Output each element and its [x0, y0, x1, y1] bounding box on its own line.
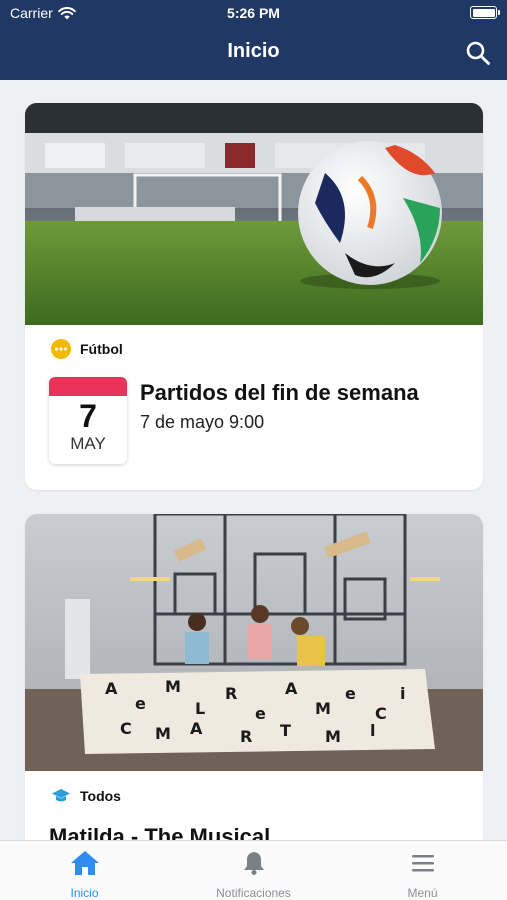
- event-date: 7 de mayo 9:00: [140, 412, 265, 432]
- feed[interactable]: Fútbol 7 MAY Partidos del fin de semana …: [0, 80, 507, 840]
- battery-icon: [470, 6, 500, 19]
- menu-icon: [411, 855, 434, 872]
- svg-text:T: T: [280, 721, 291, 740]
- tab-bar: Inicio Notificaciones Menú: [0, 840, 507, 900]
- category-label: Todos: [51, 786, 121, 806]
- calendar-day: 7: [79, 398, 97, 434]
- tab-menu[interactable]: Menú: [338, 841, 507, 900]
- svg-text:A: A: [285, 679, 298, 698]
- svg-text:i: i: [400, 684, 405, 703]
- page-title: Inicio: [227, 40, 280, 62]
- event-card[interactable]: Fútbol 7 MAY Partidos del fin de semana …: [25, 103, 483, 490]
- svg-text:A: A: [190, 719, 203, 738]
- theatre-rehearsal-image: AeM LRe AMe CiC MAR TMl: [25, 514, 483, 771]
- svg-text:C: C: [120, 719, 132, 738]
- graduation-cap-icon: [52, 789, 70, 802]
- event-title: Partidos del fin de semana: [140, 380, 419, 405]
- svg-text:e: e: [345, 684, 356, 703]
- svg-text:L: L: [195, 699, 205, 718]
- tab-label: Notificaciones: [216, 886, 291, 900]
- tab-notificaciones[interactable]: Notificaciones: [169, 841, 338, 900]
- category-name: Todos: [80, 788, 121, 804]
- tab-label: Menú: [407, 886, 438, 900]
- category-name: Fútbol: [80, 341, 123, 357]
- home-icon: [70, 851, 99, 875]
- status-bar: Carrier 5:26 PM: [0, 0, 507, 26]
- event-title: Matilda - The Musical: [49, 824, 271, 840]
- soccer-ball-image: [25, 103, 483, 325]
- calendar-month: MAY: [70, 434, 106, 453]
- svg-text:e: e: [135, 694, 146, 713]
- nav-bar: Inicio: [0, 26, 507, 80]
- svg-text:R: R: [225, 684, 237, 703]
- tab-inicio[interactable]: Inicio: [0, 841, 169, 900]
- svg-text:M: M: [155, 724, 171, 743]
- svg-text:R: R: [240, 727, 252, 746]
- category-label: Fútbol: [51, 339, 123, 359]
- event-card[interactable]: AeM LRe AMe CiC MAR TMl Todos Matilda - …: [25, 514, 483, 840]
- svg-text:M: M: [325, 727, 341, 746]
- svg-text:A: A: [105, 679, 118, 698]
- calendar-header: [49, 377, 127, 396]
- tab-label: Inicio: [70, 886, 99, 900]
- svg-text:M: M: [315, 699, 331, 718]
- clock: 5:26 PM: [227, 5, 280, 21]
- svg-text:e: e: [255, 704, 266, 723]
- search-icon[interactable]: [465, 40, 491, 66]
- svg-text:C: C: [375, 704, 387, 723]
- ellipsis-circle-icon: [51, 339, 71, 359]
- svg-text:l: l: [370, 721, 375, 740]
- bell-icon: [243, 852, 264, 875]
- svg-text:M: M: [165, 677, 181, 696]
- calendar-badge: 7 MAY: [49, 377, 127, 464]
